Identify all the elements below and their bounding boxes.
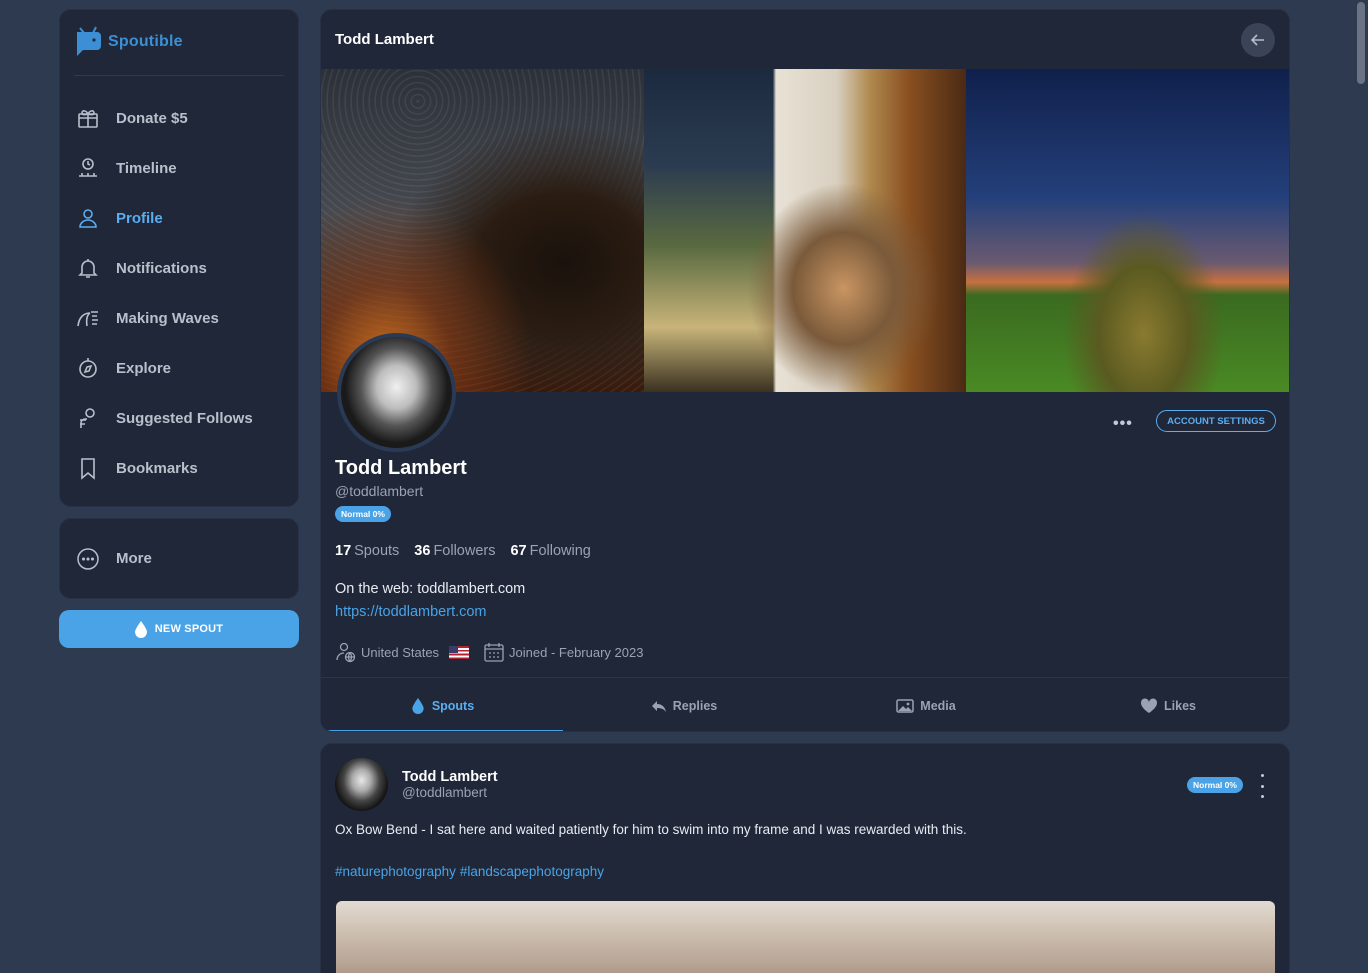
sidebar-item-label: Timeline xyxy=(116,159,177,177)
profile-banner[interactable] xyxy=(321,69,1289,392)
profile-stats: 17 Spouts 36 Followers 67 Following xyxy=(335,543,591,559)
sidebar-item-timeline[interactable]: Timeline xyxy=(60,143,298,193)
nav-list: Donate $5 Timeline Profile Notifications… xyxy=(60,93,298,493)
sidebar-item-label: Making Waves xyxy=(116,309,219,327)
tab-likes[interactable]: Likes xyxy=(1047,678,1289,731)
page-title: Todd Lambert xyxy=(335,31,434,48)
profile-website-link[interactable]: https://toddlambert.com xyxy=(335,604,487,620)
status-badge: Normal 0% xyxy=(335,506,391,522)
tab-label: Spouts xyxy=(431,698,475,713)
post-text: Ox Bow Bend - I sat here and waited pati… xyxy=(335,822,967,837)
stat-label: Following xyxy=(529,543,591,559)
tab-label: Media xyxy=(920,698,956,713)
profile-more-options-icon[interactable]: ••• xyxy=(1113,415,1133,433)
sidebar-item-notifications[interactable]: Notifications xyxy=(60,243,298,293)
post-author-avatar[interactable] xyxy=(335,758,388,811)
spoutible-logo-icon xyxy=(77,26,101,56)
sidebar: Spoutible Donate $5 Timeline Profile Not… xyxy=(59,9,299,648)
profile-card: Todd Lambert ••• ACCOUNT SETTINGS Todd L… xyxy=(320,9,1290,732)
bookmark-icon xyxy=(81,458,95,480)
sidebar-item-explore[interactable]: Explore xyxy=(60,343,298,393)
sidebar-item-label: Explore xyxy=(116,359,172,377)
hashtag-link[interactable]: #landscapephotography xyxy=(460,864,604,879)
tab-label: Replies xyxy=(672,698,718,713)
heart-icon xyxy=(1140,697,1158,713)
profile-meta: United States Joined - February 2023 xyxy=(335,641,643,663)
stat-followers[interactable]: 36 Followers xyxy=(414,543,495,559)
profile-joined-date: Joined - February 2023 xyxy=(509,644,644,660)
profile-tabs: Spouts Replies Media Likes xyxy=(321,677,1289,731)
arrow-left-icon xyxy=(1250,34,1264,46)
timeline-icon xyxy=(79,158,97,177)
account-settings-button[interactable]: ACCOUNT SETTINGS xyxy=(1156,410,1276,432)
tab-label: Likes xyxy=(1164,698,1196,713)
wave-icon xyxy=(77,311,98,327)
logo[interactable]: Spoutible xyxy=(74,26,183,58)
sidebar-item-label: Donate $5 xyxy=(116,109,188,127)
sidebar-item-label: Profile xyxy=(116,209,163,227)
stat-following[interactable]: 67 Following xyxy=(510,543,590,559)
stat-value: 67 xyxy=(510,543,527,559)
nav-card: Spoutible Donate $5 Timeline Profile Not… xyxy=(59,9,299,507)
main-column: Todd Lambert ••• ACCOUNT SETTINGS Todd L… xyxy=(320,9,1290,973)
user-icon xyxy=(79,209,97,228)
sidebar-item-making-waves[interactable]: Making Waves xyxy=(60,293,298,343)
status-badge: Normal 0% xyxy=(1187,777,1243,793)
sidebar-item-label: Suggested Follows xyxy=(116,409,253,427)
new-spout-button[interactable]: NEW SPOUT xyxy=(59,610,299,648)
stat-value: 36 xyxy=(414,543,431,559)
back-button[interactable] xyxy=(1241,23,1275,57)
stat-label: Spouts xyxy=(354,543,400,559)
post-hashtags: #naturephotography #landscapephotography xyxy=(335,864,604,879)
divider xyxy=(74,75,284,76)
more-label: More xyxy=(116,550,152,567)
sidebar-item-more[interactable]: More xyxy=(59,518,299,599)
profile-handle: @toddlambert xyxy=(335,483,424,499)
sidebar-item-bookmarks[interactable]: Bookmarks xyxy=(60,443,298,493)
droplet-icon xyxy=(134,620,147,638)
image-icon xyxy=(896,698,915,713)
more-circle-icon xyxy=(77,547,99,570)
post-image[interactable] xyxy=(336,901,1275,973)
reply-icon xyxy=(651,700,666,712)
us-flag-icon xyxy=(449,645,470,659)
stat-value: 17 xyxy=(335,543,352,559)
profile-location: United States xyxy=(361,644,440,660)
sidebar-item-profile[interactable]: Profile xyxy=(60,193,298,243)
post-options-icon[interactable] xyxy=(1257,774,1267,798)
post-author-name[interactable]: Todd Lambert xyxy=(402,769,498,785)
banner-photo-trailer-portrait xyxy=(643,69,967,392)
hashtag-link[interactable]: #naturephotography xyxy=(335,864,456,879)
tab-media[interactable]: Media xyxy=(805,678,1047,731)
tab-replies[interactable]: Replies xyxy=(563,678,805,731)
compass-icon xyxy=(79,358,97,378)
sidebar-item-label: Notifications xyxy=(116,259,207,277)
stat-spouts[interactable]: 17 Spouts xyxy=(335,543,399,559)
post-author-handle[interactable]: @toddlambert xyxy=(402,785,487,800)
gift-icon xyxy=(78,110,98,128)
new-spout-label: NEW SPOUT xyxy=(154,623,224,635)
profile-bio: On the web: toddlambert.com xyxy=(335,581,526,597)
sidebar-item-donate[interactable]: Donate $5 xyxy=(60,93,298,143)
user-search-icon xyxy=(80,408,95,428)
logo-text: Spoutible xyxy=(108,33,183,50)
location-user-icon xyxy=(336,642,356,663)
bell-icon xyxy=(78,259,98,278)
calendar-icon xyxy=(484,643,504,662)
scrollbar-thumb[interactable] xyxy=(1357,2,1365,84)
sidebar-item-label: Bookmarks xyxy=(116,459,198,477)
post-card[interactable]: Todd Lambert @toddlambert Normal 0% Ox B… xyxy=(320,743,1290,973)
profile-header: Todd Lambert xyxy=(321,10,1289,69)
tab-spouts[interactable]: Spouts xyxy=(321,678,563,731)
profile-name: Todd Lambert xyxy=(335,457,467,479)
stat-label: Followers xyxy=(433,543,496,559)
page-scrollbar[interactable] xyxy=(1354,0,1368,973)
profile-avatar[interactable] xyxy=(337,333,456,452)
sidebar-item-suggested-follows[interactable]: Suggested Follows xyxy=(60,393,298,443)
droplet-icon xyxy=(412,697,424,714)
banner-photo-old-car xyxy=(966,69,1289,392)
